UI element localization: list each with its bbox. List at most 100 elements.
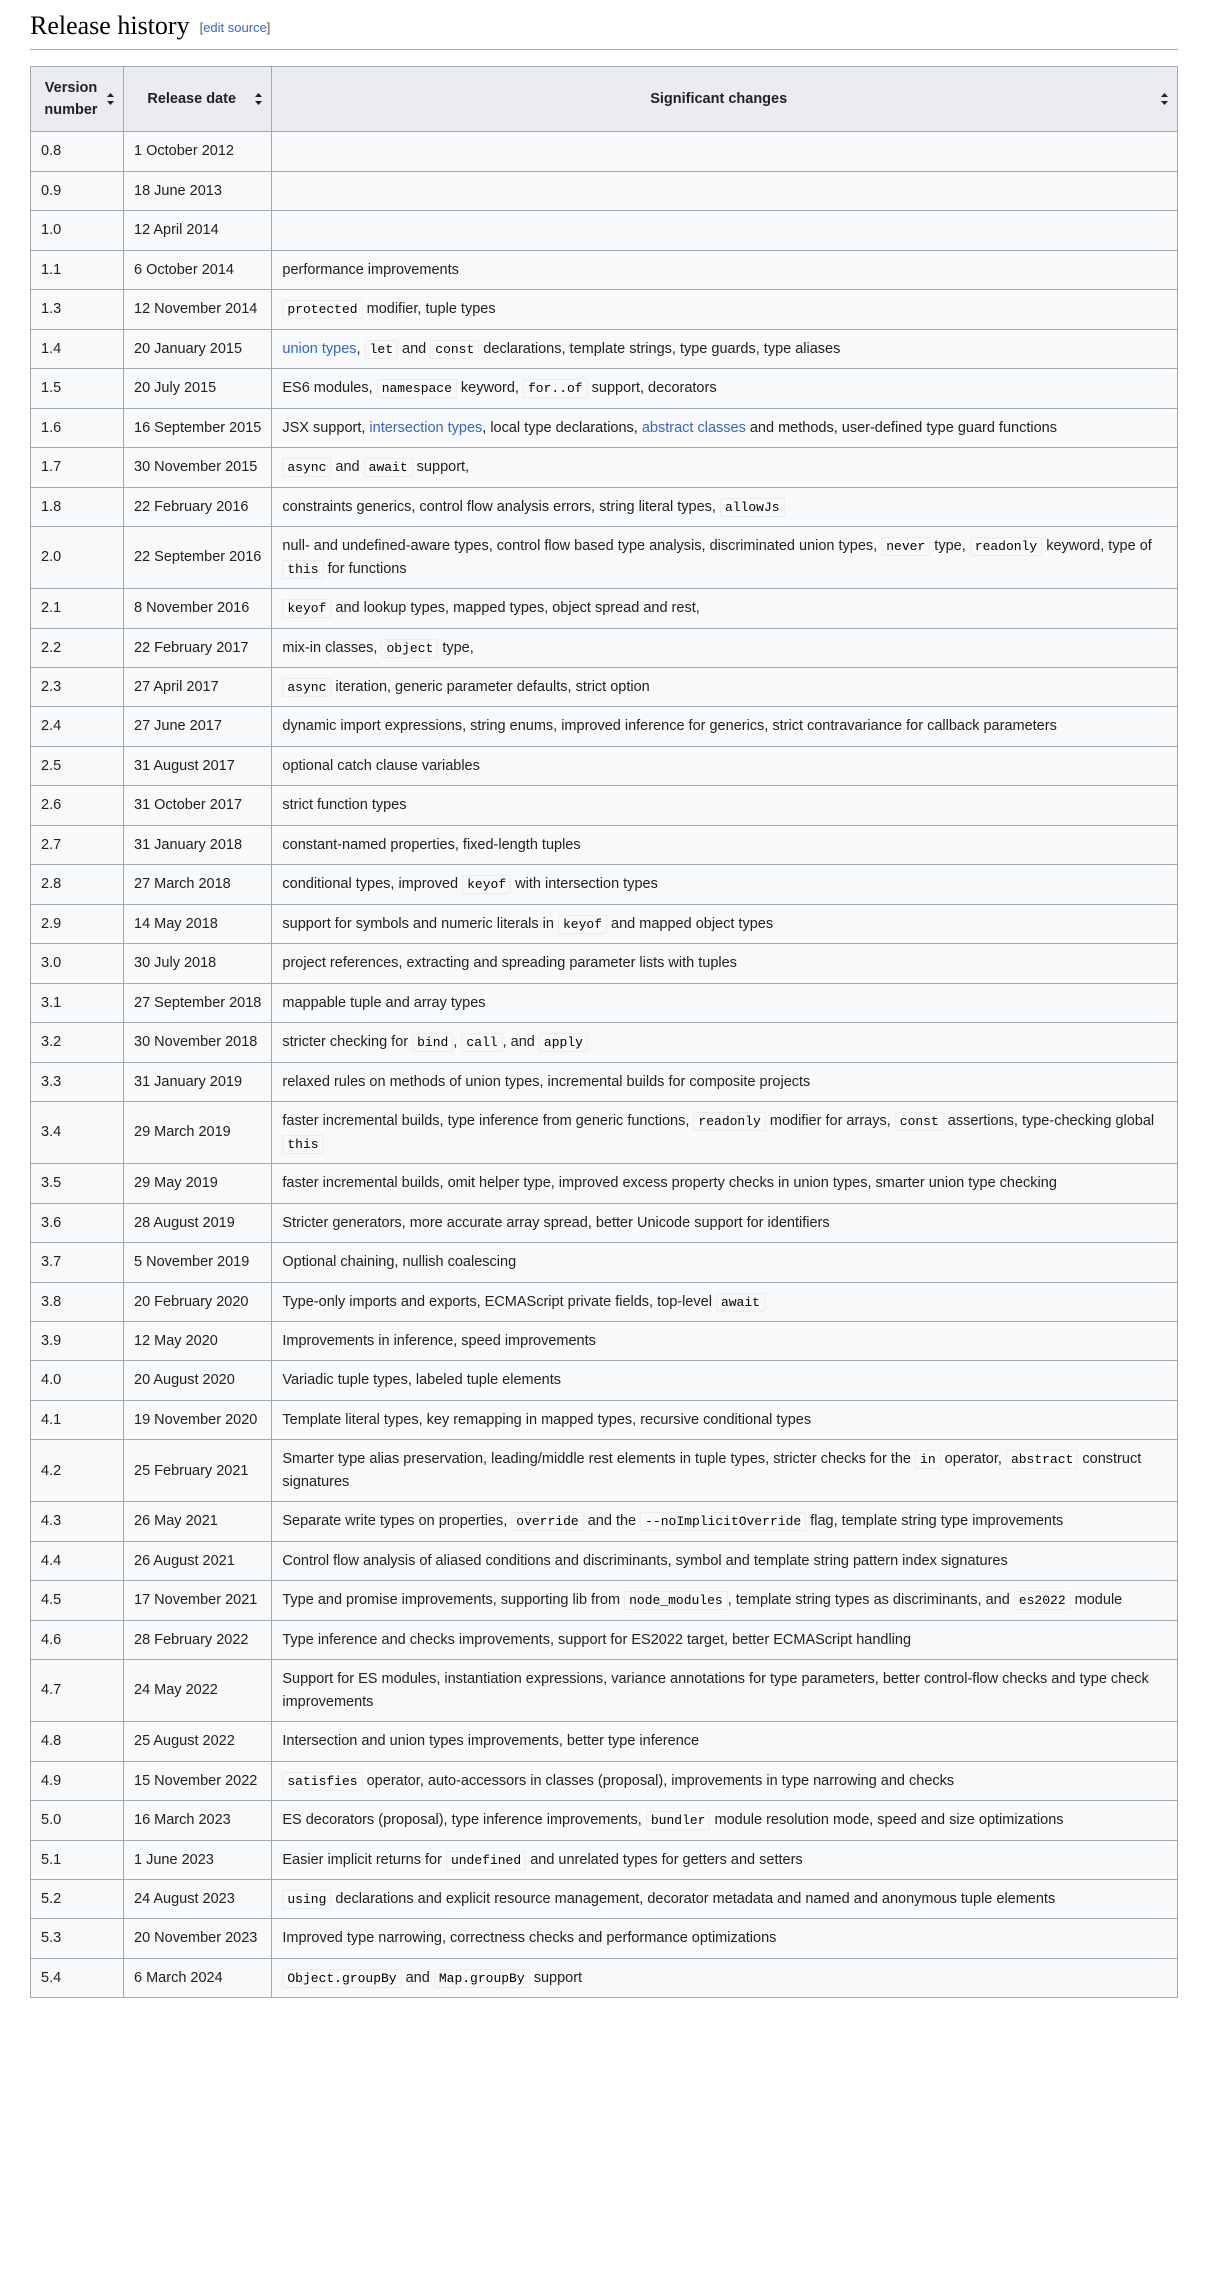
table-row: 5.2 24 August 2023 using declarations and … — [30, 1878, 1178, 1920]
cell-release-date: 1 October 2012 — [122, 131, 273, 172]
changes-text: Variadic tuple types, labeled tuple elem… — [282, 1372, 561, 1389]
table-row: 2.6 31 October 2017 strict function types — [30, 785, 1178, 826]
changes-text: Template literal types, key remapping in… — [282, 1411, 812, 1428]
cell-significant-changes: Optional chaining, nullish coalescing — [271, 1242, 1178, 1283]
table-row: 5.4 6 March 2024 Object.groupBy and Map.gr… — [30, 1957, 1178, 1999]
changes-text: and unrelated types for getters and sett… — [526, 1851, 803, 1868]
changes-text: Type and promise improvements, supportin… — [282, 1592, 625, 1609]
changes-text: mappable tuple and array types — [282, 994, 486, 1011]
changes-text: null- and undefined-aware types, control… — [282, 538, 882, 555]
cell-version-number: 3.2 — [30, 1022, 124, 1063]
table-row: 1.5 20 July 2015 ES6 modules, namespace ke… — [30, 368, 1178, 409]
changes-text: operator, auto-accessors in classes (pro… — [362, 1772, 955, 1789]
changes-text: faster incremental builds, omit helper t… — [282, 1175, 1057, 1192]
wiki-link[interactable]: union types — [282, 341, 356, 357]
cell-significant-changes: Support for ES modules, instantiation ex… — [271, 1659, 1178, 1723]
cell-release-date: 20 November 2023 — [122, 1918, 273, 1959]
changes-text: , and — [502, 1034, 539, 1051]
table-row: 1.3 12 November 2014 protected modifier, t… — [30, 289, 1178, 330]
sort-updown-icon[interactable] — [1159, 92, 1170, 106]
cell-significant-changes: Variadic tuple types, labeled tuple elem… — [271, 1360, 1178, 1401]
table-row: 4.6 28 February 2022 Type inference and ch… — [30, 1619, 1178, 1661]
cell-release-date: 6 March 2024 — [122, 1957, 273, 1999]
table-row: 4.4 26 August 2021 Control flow analysis o… — [30, 1540, 1178, 1582]
changes-text: Intersection and union types improvement… — [282, 1733, 700, 1750]
cell-version-number: 2.1 — [30, 588, 124, 629]
cell-release-date: 16 March 2023 — [122, 1800, 273, 1841]
table-row: 1.8 22 February 2016 constraints generics,… — [30, 486, 1178, 528]
changes-text: and the — [583, 1513, 641, 1530]
cell-significant-changes: mappable tuple and array types — [271, 982, 1178, 1024]
cell-version-number: 3.8 — [30, 1281, 124, 1322]
cell-release-date: 12 April 2014 — [122, 210, 273, 251]
cell-significant-changes: faster incremental builds, omit helper t… — [271, 1163, 1178, 1204]
changes-text: , — [356, 340, 365, 357]
cell-release-date: 18 June 2013 — [122, 170, 273, 212]
table-row: 3.4 29 March 2019 faster incremental build… — [30, 1101, 1178, 1165]
wiki-link[interactable]: intersection types — [369, 420, 482, 436]
changes-text: Improvements in inference, speed improve… — [282, 1332, 596, 1349]
cell-significant-changes: keyof and lookup types, mapped types, ob… — [271, 588, 1178, 629]
sort-updown-icon[interactable] — [105, 92, 116, 106]
cell-version-number: 4.5 — [30, 1580, 124, 1621]
changes-text: for functions — [323, 560, 407, 577]
cell-release-date: 22 February 2016 — [122, 486, 273, 528]
release-history-table-wrapper: Version number Release date Significant … — [30, 65, 1178, 1999]
cell-version-number: 4.2 — [30, 1439, 124, 1503]
cell-significant-changes: ES6 modules, namespace keyword, for..of … — [271, 368, 1178, 409]
changes-text: support for symbols and numeric literals… — [282, 915, 558, 932]
column-header-significant-changes[interactable]: Significant changes — [271, 65, 1178, 133]
cell-version-number: 0.8 — [30, 131, 124, 172]
table-row: 2.2 22 February 2017 mix-in classes, objec… — [30, 627, 1178, 669]
cell-release-date: 19 November 2020 — [122, 1399, 273, 1441]
changes-text: Stricter generators, more accurate array… — [282, 1214, 830, 1231]
changes-text: constant-named properties, fixed-length … — [282, 836, 581, 853]
table-row: 5.0 16 March 2023 ES decorators (proposal)… — [30, 1800, 1178, 1841]
changes-text: and mapped object types — [607, 915, 774, 932]
table-row: 1.4 20 January 2015 union types, let and c… — [30, 328, 1178, 370]
cell-release-date: 25 August 2022 — [122, 1721, 273, 1762]
edit-source-link[interactable]: edit source — [203, 20, 267, 35]
cell-release-date: 27 March 2018 — [122, 864, 273, 905]
changes-text: Support for ES modules, instantiation ex… — [282, 1671, 1149, 1710]
cell-release-date: 29 May 2019 — [122, 1163, 273, 1204]
code-chip: keyof — [462, 875, 512, 895]
column-header-release-date[interactable]: Release date — [122, 65, 273, 133]
cell-significant-changes: Type-only imports and exports, ECMAScrip… — [271, 1281, 1178, 1322]
cell-release-date: 8 November 2016 — [122, 588, 273, 629]
column-header-release-date-label: Release date — [147, 90, 237, 107]
changes-text: support, — [412, 459, 470, 476]
cell-version-number: 3.7 — [30, 1242, 124, 1283]
code-chip: await — [363, 458, 413, 478]
changes-text: , local type declarations, — [482, 419, 642, 436]
table-row: 2.7 31 January 2018 constant-named propert… — [30, 824, 1178, 866]
cell-version-number: 0.9 — [30, 170, 124, 212]
table-row: 5.1 1 June 2023 Easier implicit returns fo… — [30, 1839, 1178, 1881]
cell-significant-changes: Smarter type alias preservation, leading… — [271, 1439, 1178, 1503]
changes-text: type, — [438, 639, 474, 656]
cell-release-date: 26 May 2021 — [122, 1501, 273, 1542]
cell-significant-changes: Stricter generators, more accurate array… — [271, 1202, 1178, 1244]
cell-significant-changes: Type and promise improvements, supportin… — [271, 1580, 1178, 1621]
changes-text: Easier implicit returns for — [282, 1851, 446, 1868]
sort-updown-icon[interactable] — [253, 92, 264, 106]
cell-significant-changes: constant-named properties, fixed-length … — [271, 824, 1178, 866]
table-row: 1.0 12 April 2014 — [30, 210, 1178, 251]
cell-significant-changes: stricter checking for bind, call, and ap… — [271, 1022, 1178, 1063]
wiki-link[interactable]: abstract classes — [642, 420, 746, 436]
cell-release-date: 27 September 2018 — [122, 982, 273, 1024]
changes-text: and — [401, 1969, 434, 1986]
changes-text: modifier for arrays, — [765, 1113, 895, 1130]
cell-version-number: 3.6 — [30, 1202, 124, 1244]
cell-version-number: 3.4 — [30, 1101, 124, 1165]
column-header-version-number[interactable]: Version number — [30, 65, 124, 133]
cell-version-number: 2.3 — [30, 666, 124, 708]
changes-text: JSX support, — [282, 419, 370, 436]
code-chip: never — [881, 537, 931, 557]
cell-release-date: 20 August 2020 — [122, 1360, 273, 1401]
cell-significant-changes: Improvements in inference, speed improve… — [271, 1320, 1178, 1362]
table-row: 4.2 25 February 2021 Smarter type alias pr… — [30, 1439, 1178, 1503]
code-chip: async — [282, 458, 332, 478]
cell-release-date: 24 August 2023 — [122, 1878, 273, 1920]
cell-significant-changes: Type inference and checks improvements, … — [271, 1619, 1178, 1661]
